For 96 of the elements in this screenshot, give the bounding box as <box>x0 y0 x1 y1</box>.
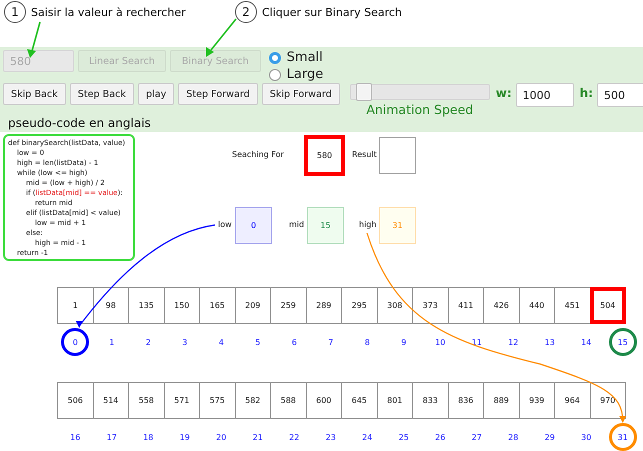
array-cell: 135 <box>128 287 164 324</box>
array-cell: 98 <box>92 287 129 324</box>
array-cell: 504 <box>590 287 626 324</box>
array-cell: 209 <box>234 287 271 324</box>
instruction-text: Cliquer sur Binary Search <box>262 6 402 18</box>
playback-button[interactable]: play <box>138 83 174 105</box>
searching-label: Seaching For <box>232 150 284 159</box>
playback-button[interactable]: Step Back <box>70 83 134 105</box>
width-field[interactable]: 1000 <box>516 83 574 107</box>
array-cell: 970 <box>590 382 626 419</box>
index-label: 21 <box>252 432 264 444</box>
array-cell: 259 <box>270 287 306 324</box>
index-label: 28 <box>507 432 520 444</box>
index-label: 20 <box>215 432 228 444</box>
index-label: 3 <box>181 336 188 348</box>
array-cell: 308 <box>376 287 413 324</box>
pseudo-code-label: pseudo-code en anglais <box>8 117 152 129</box>
index-label: 30 <box>580 432 592 444</box>
array-cell: 964 <box>554 382 590 419</box>
height-field[interactable]: 500 <box>597 83 643 107</box>
index-label: 2 <box>144 336 152 348</box>
field-label: h: <box>580 86 593 100</box>
array-cell: 575 <box>199 382 236 419</box>
array-cell: 506 <box>57 382 94 419</box>
playback-button[interactable]: Skip Forward <box>262 83 340 105</box>
array-cell: 295 <box>341 287 378 324</box>
index-label: 8 <box>364 336 371 348</box>
index-label: 9 <box>400 336 408 348</box>
array-cell: 833 <box>412 382 448 419</box>
array-cell: 571 <box>164 382 200 419</box>
array-cell: 150 <box>164 287 200 324</box>
array-cell: 289 <box>306 287 342 324</box>
field-label: w: <box>496 86 512 100</box>
index-label: 25 <box>398 432 410 444</box>
index-label: 18 <box>142 432 154 444</box>
playback-button[interactable]: Step Forward <box>178 83 258 105</box>
annotation-arrow <box>206 18 237 57</box>
index-label: 10 <box>434 336 446 348</box>
index-label: 14 <box>580 336 592 348</box>
array-cell: 582 <box>234 382 271 419</box>
index-label: 5 <box>254 336 262 348</box>
search-value-box: 580 <box>304 135 345 176</box>
array-cell: 645 <box>341 382 378 419</box>
circled-index: 15 <box>608 328 637 356</box>
array-cell: 600 <box>306 382 342 419</box>
index-label: 24 <box>361 432 374 444</box>
array-cell: 801 <box>376 382 413 419</box>
playback-button[interactable]: Skip Back <box>3 83 66 105</box>
pointer-value-box: 31 <box>379 207 416 244</box>
array-cell: 588 <box>270 382 306 419</box>
speed-slider[interactable] <box>350 84 490 100</box>
index-label: 29 <box>544 432 556 444</box>
index-label: 27 <box>470 432 483 444</box>
index-label: 17 <box>106 432 118 444</box>
index-label: 26 <box>434 432 446 444</box>
array-cell: 836 <box>448 382 484 419</box>
index-label: 19 <box>178 432 191 444</box>
pointer-value-box: 0 <box>235 207 272 244</box>
array-cell: 426 <box>483 287 520 324</box>
index-label: 12 <box>507 336 520 348</box>
pointer-value-box: 15 <box>307 207 344 244</box>
array-cell: 1 <box>57 287 94 324</box>
array-cell: 939 <box>518 382 555 419</box>
instruction-text: Saisir la valeur à rechercher <box>31 6 186 18</box>
circled-index: 31 <box>608 423 637 451</box>
result-label: Result <box>352 150 377 159</box>
index-label: 6 <box>290 336 298 348</box>
slider-thumb[interactable] <box>356 83 372 101</box>
radio-label: Large <box>286 67 324 82</box>
array-cell: 558 <box>128 382 164 419</box>
index-label: 23 <box>324 432 337 444</box>
pointer-label: mid <box>289 220 304 229</box>
array-cell: 514 <box>92 382 129 419</box>
pointer-label: high <box>359 220 376 229</box>
array-cell: 451 <box>554 287 590 324</box>
index-label: 16 <box>69 432 82 444</box>
result-box <box>379 137 416 174</box>
array-cell: 440 <box>518 287 555 324</box>
array-cell: 889 <box>483 382 520 419</box>
array-cell: 411 <box>448 287 484 324</box>
radio-button[interactable] <box>268 68 281 80</box>
array-cell: 165 <box>199 287 236 324</box>
index-label: 1 <box>108 336 116 348</box>
step-number: 2 <box>235 1 257 23</box>
index-label: 7 <box>327 336 334 348</box>
array-cell: 373 <box>412 287 448 324</box>
radio-label: Small <box>286 50 323 65</box>
slider-label: Animation Speed <box>366 102 474 117</box>
radio-button[interactable] <box>268 52 281 64</box>
circled-index: 0 <box>61 328 90 356</box>
index-label: 4 <box>218 336 225 348</box>
step-number: 1 <box>4 1 26 23</box>
annotation-arrow <box>27 22 41 58</box>
index-label: 13 <box>544 336 556 348</box>
index-label: 22 <box>288 432 300 444</box>
pointer-label: low <box>218 220 232 229</box>
